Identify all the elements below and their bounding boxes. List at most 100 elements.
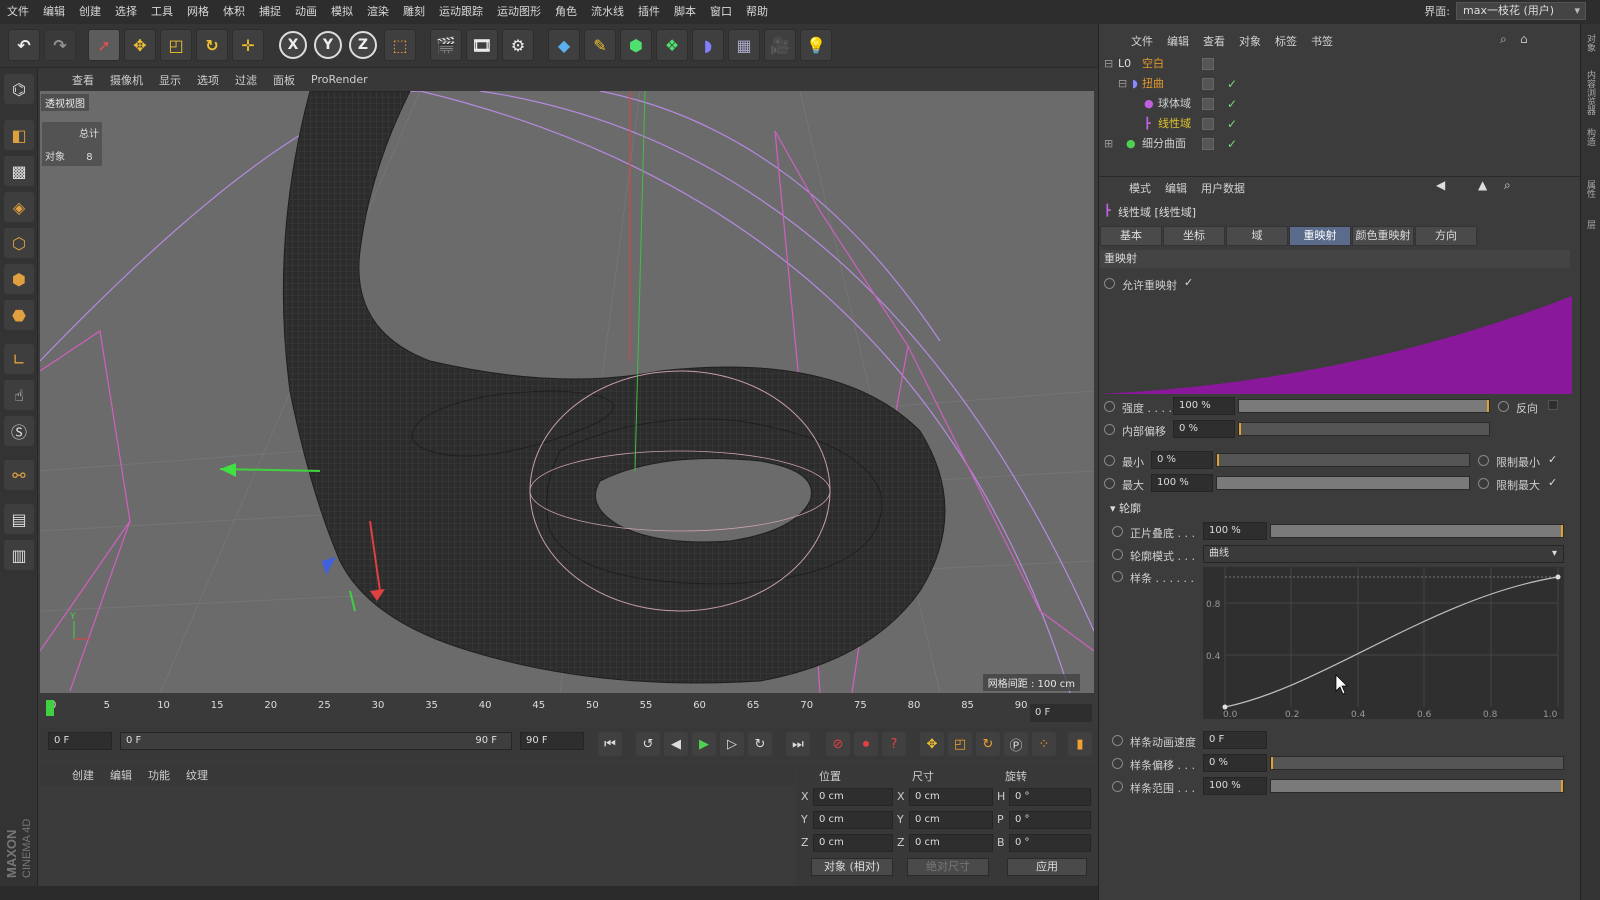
up-arrow-icon[interactable]: ▲ bbox=[1478, 178, 1487, 192]
workplane-icon[interactable]: ◈ bbox=[4, 192, 34, 222]
polygons-mode-icon[interactable]: ⬣ bbox=[4, 300, 34, 330]
material-area[interactable] bbox=[40, 786, 795, 886]
object-row-sphere-field[interactable]: ● 球体域 ✓ bbox=[1102, 94, 1572, 114]
max-field[interactable]: 100 % bbox=[1151, 474, 1213, 492]
radio-invert[interactable] bbox=[1498, 401, 1509, 412]
tab-direction[interactable]: 方向 bbox=[1415, 226, 1477, 246]
play-icon[interactable]: ▶ bbox=[692, 732, 716, 756]
spline-anim-field[interactable]: 0 F bbox=[1203, 731, 1267, 749]
coord-icon[interactable]: ⬚ bbox=[384, 29, 416, 61]
clamp-max-checkbox[interactable]: ✓ bbox=[1548, 476, 1557, 489]
invert-checkbox[interactable] bbox=[1548, 400, 1558, 410]
strip-tab-objects[interactable]: 对象 bbox=[1584, 34, 1597, 52]
key-position-icon[interactable]: ✥ bbox=[920, 732, 944, 756]
tab-field[interactable]: 域 bbox=[1226, 226, 1288, 246]
menu-mograph[interactable]: 运动图形 bbox=[490, 0, 548, 24]
rot-h-field[interactable]: 0 ° bbox=[1009, 788, 1091, 806]
home-icon[interactable]: ⌂ bbox=[1520, 32, 1528, 46]
radio-spline-range[interactable] bbox=[1112, 781, 1123, 792]
clamp-min-checkbox[interactable]: ✓ bbox=[1548, 453, 1557, 466]
menu-pipeline[interactable]: 流水线 bbox=[584, 0, 631, 24]
search-icon[interactable]: ⌕ bbox=[1500, 32, 1507, 47]
autokey-icon[interactable]: ⏺ bbox=[854, 732, 878, 756]
strength-slider[interactable] bbox=[1238, 399, 1490, 413]
size-x-field[interactable]: 0 cm bbox=[909, 788, 993, 806]
attr-menu-mode[interactable]: 模式 bbox=[1122, 180, 1158, 196]
om-menu-bookmarks[interactable]: 书签 bbox=[1304, 33, 1340, 49]
radio-contour-mode[interactable] bbox=[1112, 549, 1123, 560]
inner-offset-field[interactable]: 0 % bbox=[1173, 420, 1235, 438]
tab-basic[interactable]: 基本 bbox=[1100, 226, 1162, 246]
inner-offset-slider[interactable] bbox=[1238, 422, 1490, 436]
radio-spline[interactable] bbox=[1112, 571, 1123, 582]
size-y-field[interactable]: 0 cm bbox=[909, 811, 993, 829]
material-menu-edit[interactable]: 编辑 bbox=[102, 767, 140, 783]
menu-mesh[interactable]: 网格 bbox=[180, 0, 216, 24]
radio-strength[interactable] bbox=[1104, 401, 1115, 412]
spline-offset-slider[interactable] bbox=[1270, 756, 1564, 770]
key-rotation-icon[interactable]: ↻ bbox=[976, 732, 1000, 756]
pos-x-field[interactable]: 0 cm bbox=[813, 788, 893, 806]
perspective-viewport[interactable]: Y bbox=[40, 91, 1094, 693]
attr-menu-userdata[interactable]: 用户数据 bbox=[1194, 180, 1252, 196]
menu-create[interactable]: 创建 bbox=[72, 0, 108, 24]
tab-color-remapping[interactable]: 颜色重映射 bbox=[1352, 226, 1414, 246]
render-settings-icon[interactable]: ⚙ bbox=[502, 29, 534, 61]
edges-mode-icon[interactable]: ⬢ bbox=[4, 264, 34, 294]
rotate-icon[interactable]: ↻ bbox=[196, 29, 228, 61]
visibility-icon[interactable] bbox=[1202, 118, 1214, 130]
radio-min[interactable] bbox=[1104, 455, 1115, 466]
workplane-lock-icon[interactable]: ▤ bbox=[4, 504, 34, 534]
timeline-current-frame[interactable]: 0 F bbox=[1030, 704, 1092, 722]
menu-plugins[interactable]: 插件 bbox=[631, 0, 667, 24]
menu-animate[interactable]: 动画 bbox=[288, 0, 324, 24]
snap-icon[interactable]: Ⓢ bbox=[4, 416, 34, 446]
menu-select[interactable]: 选择 bbox=[108, 0, 144, 24]
viewport-menu-camera[interactable]: 摄像机 bbox=[102, 72, 151, 88]
visibility-icon[interactable] bbox=[1202, 98, 1214, 110]
radio-clamp-max[interactable] bbox=[1478, 478, 1489, 489]
render-view-icon[interactable]: 🎬 bbox=[430, 29, 462, 61]
menu-help[interactable]: 帮助 bbox=[739, 0, 775, 24]
magnet-icon[interactable]: ⚯ bbox=[4, 460, 34, 490]
back-arrow-icon[interactable]: ◀ bbox=[1436, 178, 1445, 192]
strength-field[interactable]: 100 % bbox=[1173, 397, 1235, 415]
viewport-menu-options[interactable]: 选项 bbox=[189, 72, 227, 88]
size-z-field[interactable]: 0 cm bbox=[909, 834, 993, 852]
menu-motion-tracker[interactable]: 运动跟踪 bbox=[432, 0, 490, 24]
make-editable-icon[interactable]: ⌬ bbox=[4, 74, 34, 104]
material-menu-function[interactable]: 功能 bbox=[140, 767, 178, 783]
menu-snap[interactable]: 捕捉 bbox=[252, 0, 288, 24]
strip-tab-content-browser[interactable]: 内容浏览器 bbox=[1584, 70, 1597, 115]
axis-mode-icon[interactable]: ∟ bbox=[4, 344, 34, 374]
next-key-icon[interactable]: ↻ bbox=[748, 732, 772, 756]
radio-spline-offset[interactable] bbox=[1112, 758, 1123, 769]
menu-character[interactable]: 角色 bbox=[548, 0, 584, 24]
visibility-icon[interactable] bbox=[1202, 78, 1214, 90]
radio-spline-anim[interactable] bbox=[1112, 735, 1123, 746]
menu-script[interactable]: 脚本 bbox=[667, 0, 703, 24]
pos-y-field[interactable]: 0 cm bbox=[813, 811, 893, 829]
select-icon[interactable]: ➚ bbox=[88, 29, 120, 61]
tab-coord[interactable]: 坐标 bbox=[1163, 226, 1225, 246]
viewport-menu-filter[interactable]: 过滤 bbox=[227, 72, 265, 88]
visibility-icon[interactable] bbox=[1202, 58, 1214, 70]
cube-icon[interactable]: ◆ bbox=[548, 29, 580, 61]
viewport-menu-prorender[interactable]: ProRender bbox=[303, 73, 376, 86]
om-menu-file[interactable]: 文件 bbox=[1124, 33, 1160, 49]
enabled-check-icon[interactable]: ✓ bbox=[1227, 94, 1237, 114]
coord-mode-dropdown[interactable]: 对象 (相对) bbox=[811, 858, 893, 876]
object-row-null[interactable]: ⊟ L0 空白 bbox=[1102, 54, 1572, 74]
render-picture-icon[interactable]: 🎞 bbox=[466, 29, 498, 61]
enabled-check-icon[interactable]: ✓ bbox=[1227, 74, 1237, 94]
enable-remap-checkbox[interactable]: ✓ bbox=[1184, 276, 1193, 289]
redo-icon[interactable]: ↷ bbox=[44, 29, 76, 61]
deformer-icon[interactable]: ◗ bbox=[692, 29, 724, 61]
menu-render[interactable]: 渲染 bbox=[360, 0, 396, 24]
max-slider[interactable] bbox=[1216, 476, 1470, 490]
menu-tools[interactable]: 工具 bbox=[144, 0, 180, 24]
material-menu-texture[interactable]: 纹理 bbox=[178, 767, 216, 783]
strip-tab-attributes[interactable]: 属性 bbox=[1584, 180, 1597, 198]
texture-mode-icon[interactable]: ▩ bbox=[4, 156, 34, 186]
menu-window[interactable]: 窗口 bbox=[703, 0, 739, 24]
